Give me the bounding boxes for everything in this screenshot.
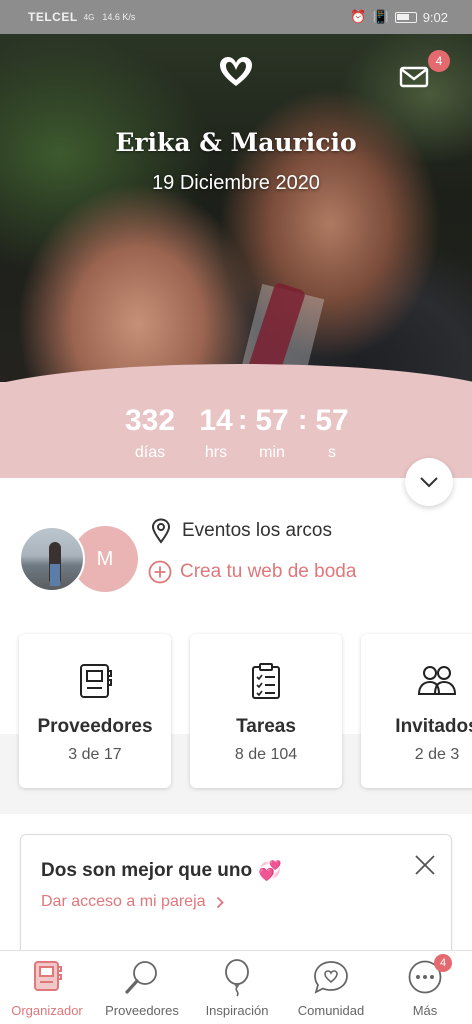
- mail-icon[interactable]: [398, 62, 432, 92]
- avatar-figure: [50, 564, 60, 586]
- countdown-hours-label: hrs: [204, 444, 228, 461]
- countdown-hours: 14: [199, 404, 233, 437]
- notebook-icon: [80, 664, 112, 698]
- app-root: TELCEL 4G 14.6 K/s ⏰ 📳 9:02 4 Erika & Ma…: [0, 0, 472, 1024]
- battery-icon: [394, 11, 417, 23]
- clock: 9:02: [422, 9, 448, 25]
- card-tareas[interactable]: Tareas 8 de 104: [190, 634, 342, 788]
- countdown: 332 días 14 hrs : 57 min : 57 s: [0, 382, 472, 478]
- card-invitados[interactable]: Invitados 2 de 3: [361, 634, 472, 788]
- chat-heart-icon: [314, 961, 348, 994]
- banner-title: Dos son mejor que uno: [41, 860, 253, 881]
- organizer-icon: [34, 961, 62, 991]
- alarm-icon: ⏰: [350, 9, 367, 24]
- tab-comunidad[interactable]: Comunidad: [284, 951, 378, 1024]
- couple-names: Erika & Mauricio: [115, 128, 357, 157]
- card-title: Invitados: [395, 716, 472, 737]
- heart-logo-icon: [220, 57, 252, 86]
- bottom-navigation: Organizador Proveedores Inspiración Comu…: [0, 950, 472, 1024]
- mail-badge: 4: [428, 50, 450, 72]
- venue-name: Eventos los arcos: [182, 520, 332, 541]
- chevron-down-icon: [420, 477, 438, 488]
- countdown-minutes-label: min: [259, 444, 285, 461]
- tab-proveedores[interactable]: Proveedores: [94, 951, 190, 1024]
- countdown-days-label: días: [134, 444, 166, 461]
- tab-label: Comunidad: [297, 1003, 365, 1018]
- give-partner-access-link[interactable]: Dar acceso a mi pareja: [41, 893, 224, 911]
- hearts-icon: 💞: [258, 861, 282, 882]
- location-pin-icon: [151, 518, 171, 544]
- card-title: Tareas: [236, 716, 296, 737]
- signal-indicator: 4G: [83, 12, 95, 22]
- bride-avatar[interactable]: [19, 526, 85, 592]
- chevron-right-icon: [216, 896, 224, 908]
- guests-icon: [417, 666, 457, 695]
- status-right: ⏰ 📳 9:02: [350, 9, 448, 25]
- partner-access-banner: Dos son mejor que uno 💞 Dar acceso a mi …: [20, 834, 452, 966]
- card-progress: 3 de 17: [68, 746, 122, 763]
- card-progress: 2 de 3: [414, 746, 460, 763]
- close-icon[interactable]: [413, 853, 437, 877]
- magnifier-icon: [125, 961, 157, 994]
- wedding-date: 19 Diciembre 2020: [152, 172, 320, 194]
- tab-organizador[interactable]: Organizador: [0, 951, 94, 1024]
- carrier-name: TELCEL: [28, 10, 78, 24]
- countdown-minutes: 57: [255, 404, 289, 437]
- card-title: Proveedores: [37, 716, 153, 737]
- card-progress: 8 de 104: [234, 746, 298, 763]
- banner-title-row: Dos son mejor que uno 💞: [41, 859, 282, 883]
- tab-mas[interactable]: Más: [378, 951, 472, 1024]
- give-partner-access-label: Dar acceso a mi pareja: [41, 893, 206, 910]
- countdown-seconds-label: s: [328, 444, 336, 461]
- countdown-days: 332: [124, 404, 176, 437]
- status-bar: TELCEL 4G 14.6 K/s ⏰ 📳 9:02: [0, 0, 472, 34]
- expand-button[interactable]: [405, 458, 453, 506]
- more-badge: 4: [434, 954, 452, 972]
- vibrate-icon: 📳: [372, 9, 389, 24]
- countdown-seconds: 57: [315, 404, 349, 437]
- tab-label: Proveedores: [105, 1003, 179, 1018]
- create-wedding-web-label: Crea tu web de boda: [180, 561, 357, 582]
- tab-inspiracion[interactable]: Inspiración: [190, 951, 284, 1024]
- card-proveedores[interactable]: Proveedores 3 de 17: [19, 634, 171, 788]
- venue-row[interactable]: Eventos los arcos: [150, 518, 332, 544]
- tab-label: Inspiración: [205, 1003, 269, 1018]
- tab-label: Más: [412, 1003, 438, 1018]
- tab-label: Organizador: [11, 1003, 83, 1018]
- network-speed: 14.6 K/s: [102, 11, 136, 22]
- checklist-icon: [252, 663, 280, 699]
- create-wedding-web-link[interactable]: Crea tu web de boda: [148, 560, 356, 584]
- countdown-separator: :: [238, 404, 248, 435]
- plus-circle-icon: [148, 560, 172, 584]
- balloon-icon: [225, 959, 249, 997]
- countdown-separator: :: [298, 404, 308, 435]
